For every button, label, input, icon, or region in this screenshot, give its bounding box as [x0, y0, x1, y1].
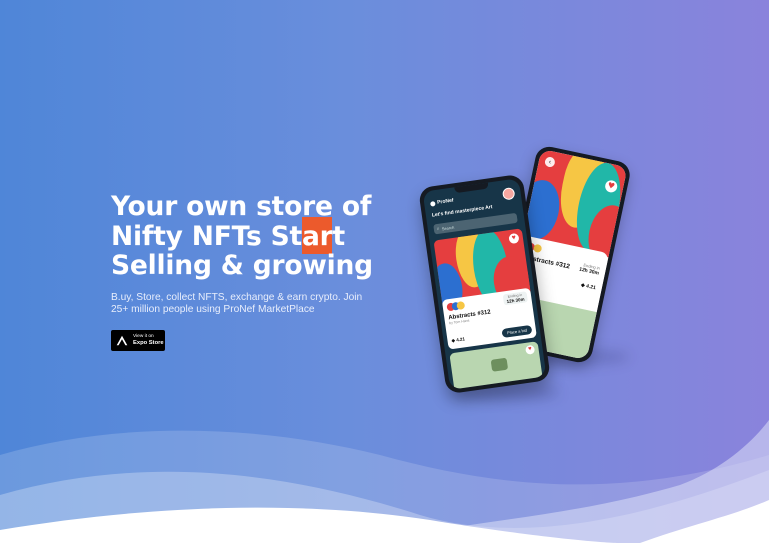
hero-subtitle-line: 25+ million people using ProNef MarketPl… [111, 304, 315, 316]
hero-title-line: Selling & growing [111, 250, 373, 281]
hero-title: Your own store of Nifty NFTs Start Selli… [111, 192, 411, 281]
expo-store-button[interactable]: View it on Expo Store [111, 330, 165, 351]
hero-subtitle-line: B.uy, Store, collect NFTS, exchange & ea… [111, 292, 363, 303]
heart-icon[interactable]: ♥ [508, 232, 520, 245]
app-name: ProNef [436, 197, 454, 206]
avatar[interactable] [501, 186, 516, 201]
place-bid-button[interactable]: Place a bid [501, 324, 533, 338]
ending-time: 12h 30m [506, 296, 525, 305]
hero-title-line: Your own store of [111, 191, 372, 222]
nft-card[interactable]: Ending in 12h 30m Abstracts #312 by Tom … [441, 287, 537, 350]
avatar [532, 243, 543, 254]
search-icon: ⌕ [436, 225, 441, 233]
next-card-image: ♥ [449, 341, 544, 390]
store-button-label: Expo Store [133, 340, 164, 346]
avatar [456, 300, 466, 311]
expo-logo-icon [116, 335, 128, 346]
app-logo-icon [429, 200, 436, 207]
price: 4.21 [585, 283, 597, 292]
phone-mockups: ♥ ‹ Abstracts #312 Ending in 12h 30m ◆ 4… [418, 144, 633, 401]
search-placeholder: Search [441, 224, 455, 231]
phone-notch [454, 182, 489, 194]
hero-subtitle: B.uy, Store, collect NFTS, exchange & ea… [111, 292, 381, 316]
eth-icon: ◆ [451, 337, 456, 344]
price: 4.21 [455, 336, 466, 343]
hero-title-line: Nifty NFTs Start [111, 220, 345, 252]
heart-icon[interactable]: ♥ [525, 344, 536, 355]
